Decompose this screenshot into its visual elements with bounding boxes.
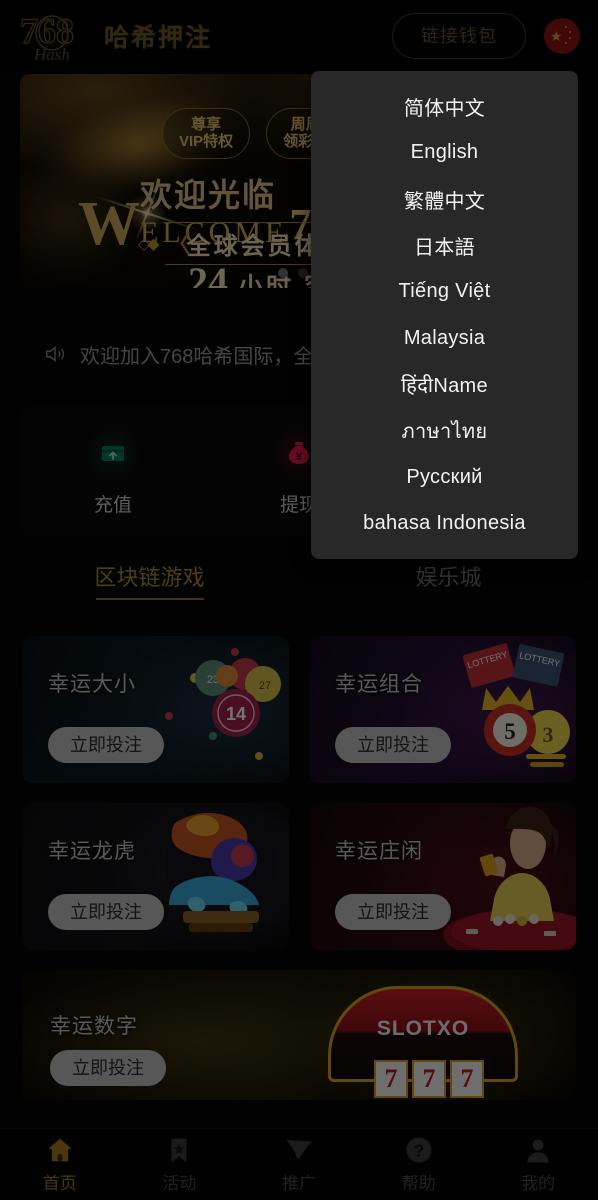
language-option-simplified-chinese[interactable]: 简体中文 [311, 83, 578, 129]
language-option-japanese[interactable]: 日本語 [311, 222, 578, 268]
app-root: 768 Hash 哈希押注 链接钱包 ★ [0, 0, 598, 1200]
language-option-indonesian[interactable]: bahasa Indonesia [311, 501, 578, 547]
language-option-hindi[interactable]: हिंदीName [311, 361, 578, 407]
language-dropdown-menu: 简体中文 English 繁體中文 日本語 Tiếng Việt Malaysi… [311, 71, 578, 559]
language-option-malaysia[interactable]: Malaysia [311, 315, 578, 361]
language-option-thai[interactable]: ภาษาไทย [311, 408, 578, 454]
language-option-russian[interactable]: Русский [311, 454, 578, 500]
language-option-english[interactable]: English [311, 129, 578, 175]
language-option-vietnamese[interactable]: Tiếng Việt [311, 269, 578, 315]
language-option-traditional-chinese[interactable]: 繁體中文 [311, 176, 578, 222]
